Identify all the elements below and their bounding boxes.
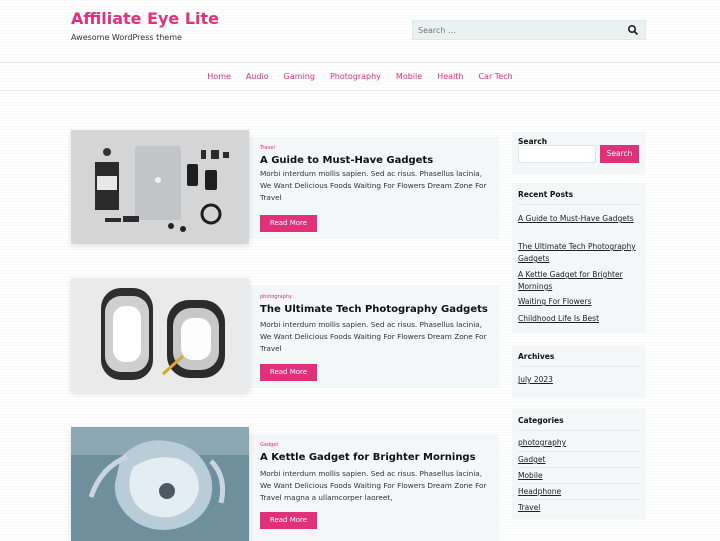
sidebar-recent-posts-widget: Recent Posts A Guide to Must-Have Gadget… (512, 183, 646, 333)
sidebar-search-button[interactable]: Search (600, 145, 639, 163)
recent-post-link[interactable]: A Kettle Gadget for Brighter Mornings (518, 269, 638, 293)
nav-item-gaming[interactable]: Gaming (284, 72, 315, 81)
widget-divider (518, 430, 640, 431)
camera-lens-rings-image (71, 278, 249, 392)
main-navigation: Home Audio Gaming Photography Mobile Hea… (0, 62, 720, 90)
category-link[interactable]: photography (518, 437, 638, 449)
widget-divider (518, 451, 640, 452)
category-link[interactable]: Mobile (518, 470, 638, 482)
widget-title: Recent Posts (518, 190, 574, 199)
read-more-button[interactable]: Read More (260, 512, 317, 529)
widget-divider (518, 467, 640, 468)
widget-title: Categories (518, 416, 564, 425)
sidebar-archives-widget: Archives July 2023 (512, 346, 646, 398)
nav-item-audio[interactable]: Audio (246, 72, 269, 81)
flat-lay-gadgets-image (71, 130, 249, 244)
category-link[interactable]: Travel (518, 502, 638, 514)
recent-post-link[interactable]: A Guide to Must-Have Gadgets (518, 213, 638, 225)
widget-title: Archives (518, 352, 555, 361)
nav-item-photography[interactable]: Photography (330, 72, 381, 81)
recent-post-link[interactable]: Childhood Life Is Best (518, 313, 638, 325)
nav-item-home[interactable]: Home (207, 72, 231, 81)
nav-divider (0, 90, 720, 91)
widget-divider (518, 499, 640, 500)
post-excerpt: Morbi interdum mollis sapien. Sed ac ris… (260, 320, 487, 353)
category-link[interactable]: Headphone (518, 486, 638, 498)
post-category[interactable]: Travel (260, 145, 275, 151)
widget-divider (518, 483, 640, 484)
post-category[interactable]: photography (260, 294, 292, 300)
recent-post-link[interactable]: The Ultimate Tech Photography Gadgets (518, 241, 638, 265)
post-excerpt: Morbi interdum mollis sapien. Sed ac ris… (260, 169, 487, 202)
nav-item-health[interactable]: Health (437, 72, 463, 81)
sidebar-search-input[interactable] (518, 145, 596, 163)
post-thumbnail-photography[interactable] (71, 278, 249, 392)
post-category[interactable]: Gadget (260, 442, 278, 448)
widget-divider (518, 204, 640, 205)
post-thumbnail-gadget[interactable] (71, 427, 249, 541)
header-search-input[interactable] (413, 21, 618, 39)
post-thumbnail-gadgets[interactable] (71, 130, 249, 244)
archive-link[interactable]: July 2023 (518, 374, 638, 386)
surgical-lamp-image (71, 427, 249, 541)
read-more-button[interactable]: Read More (260, 215, 317, 232)
site-title[interactable]: Affiliate Eye Lite (71, 9, 219, 28)
widget-divider (518, 366, 640, 367)
read-more-button[interactable]: Read More (260, 364, 317, 381)
post-title[interactable]: A Kettle Gadget for Brighter Mornings (260, 452, 476, 463)
nav-item-mobile[interactable]: Mobile (396, 72, 422, 81)
search-icon[interactable] (627, 24, 639, 36)
post-title[interactable]: A Guide to Must-Have Gadgets (260, 155, 433, 166)
header-search-form (412, 20, 646, 40)
sidebar-categories-widget: Categories photography Gadget Mobile Hea… (512, 409, 646, 519)
category-link[interactable]: Gadget (518, 454, 638, 466)
nav-item-car-tech[interactable]: Car Tech (478, 72, 512, 81)
sidebar-search-widget: Search Search (512, 132, 646, 174)
recent-post-link[interactable]: Waiting For Flowers (518, 296, 638, 308)
post-excerpt: Morbi interdum mollis sapien. Sed ac ris… (260, 469, 487, 502)
post-title[interactable]: The Ultimate Tech Photography Gadgets (260, 304, 488, 315)
site-description: Awesome WordPress theme (71, 33, 182, 42)
